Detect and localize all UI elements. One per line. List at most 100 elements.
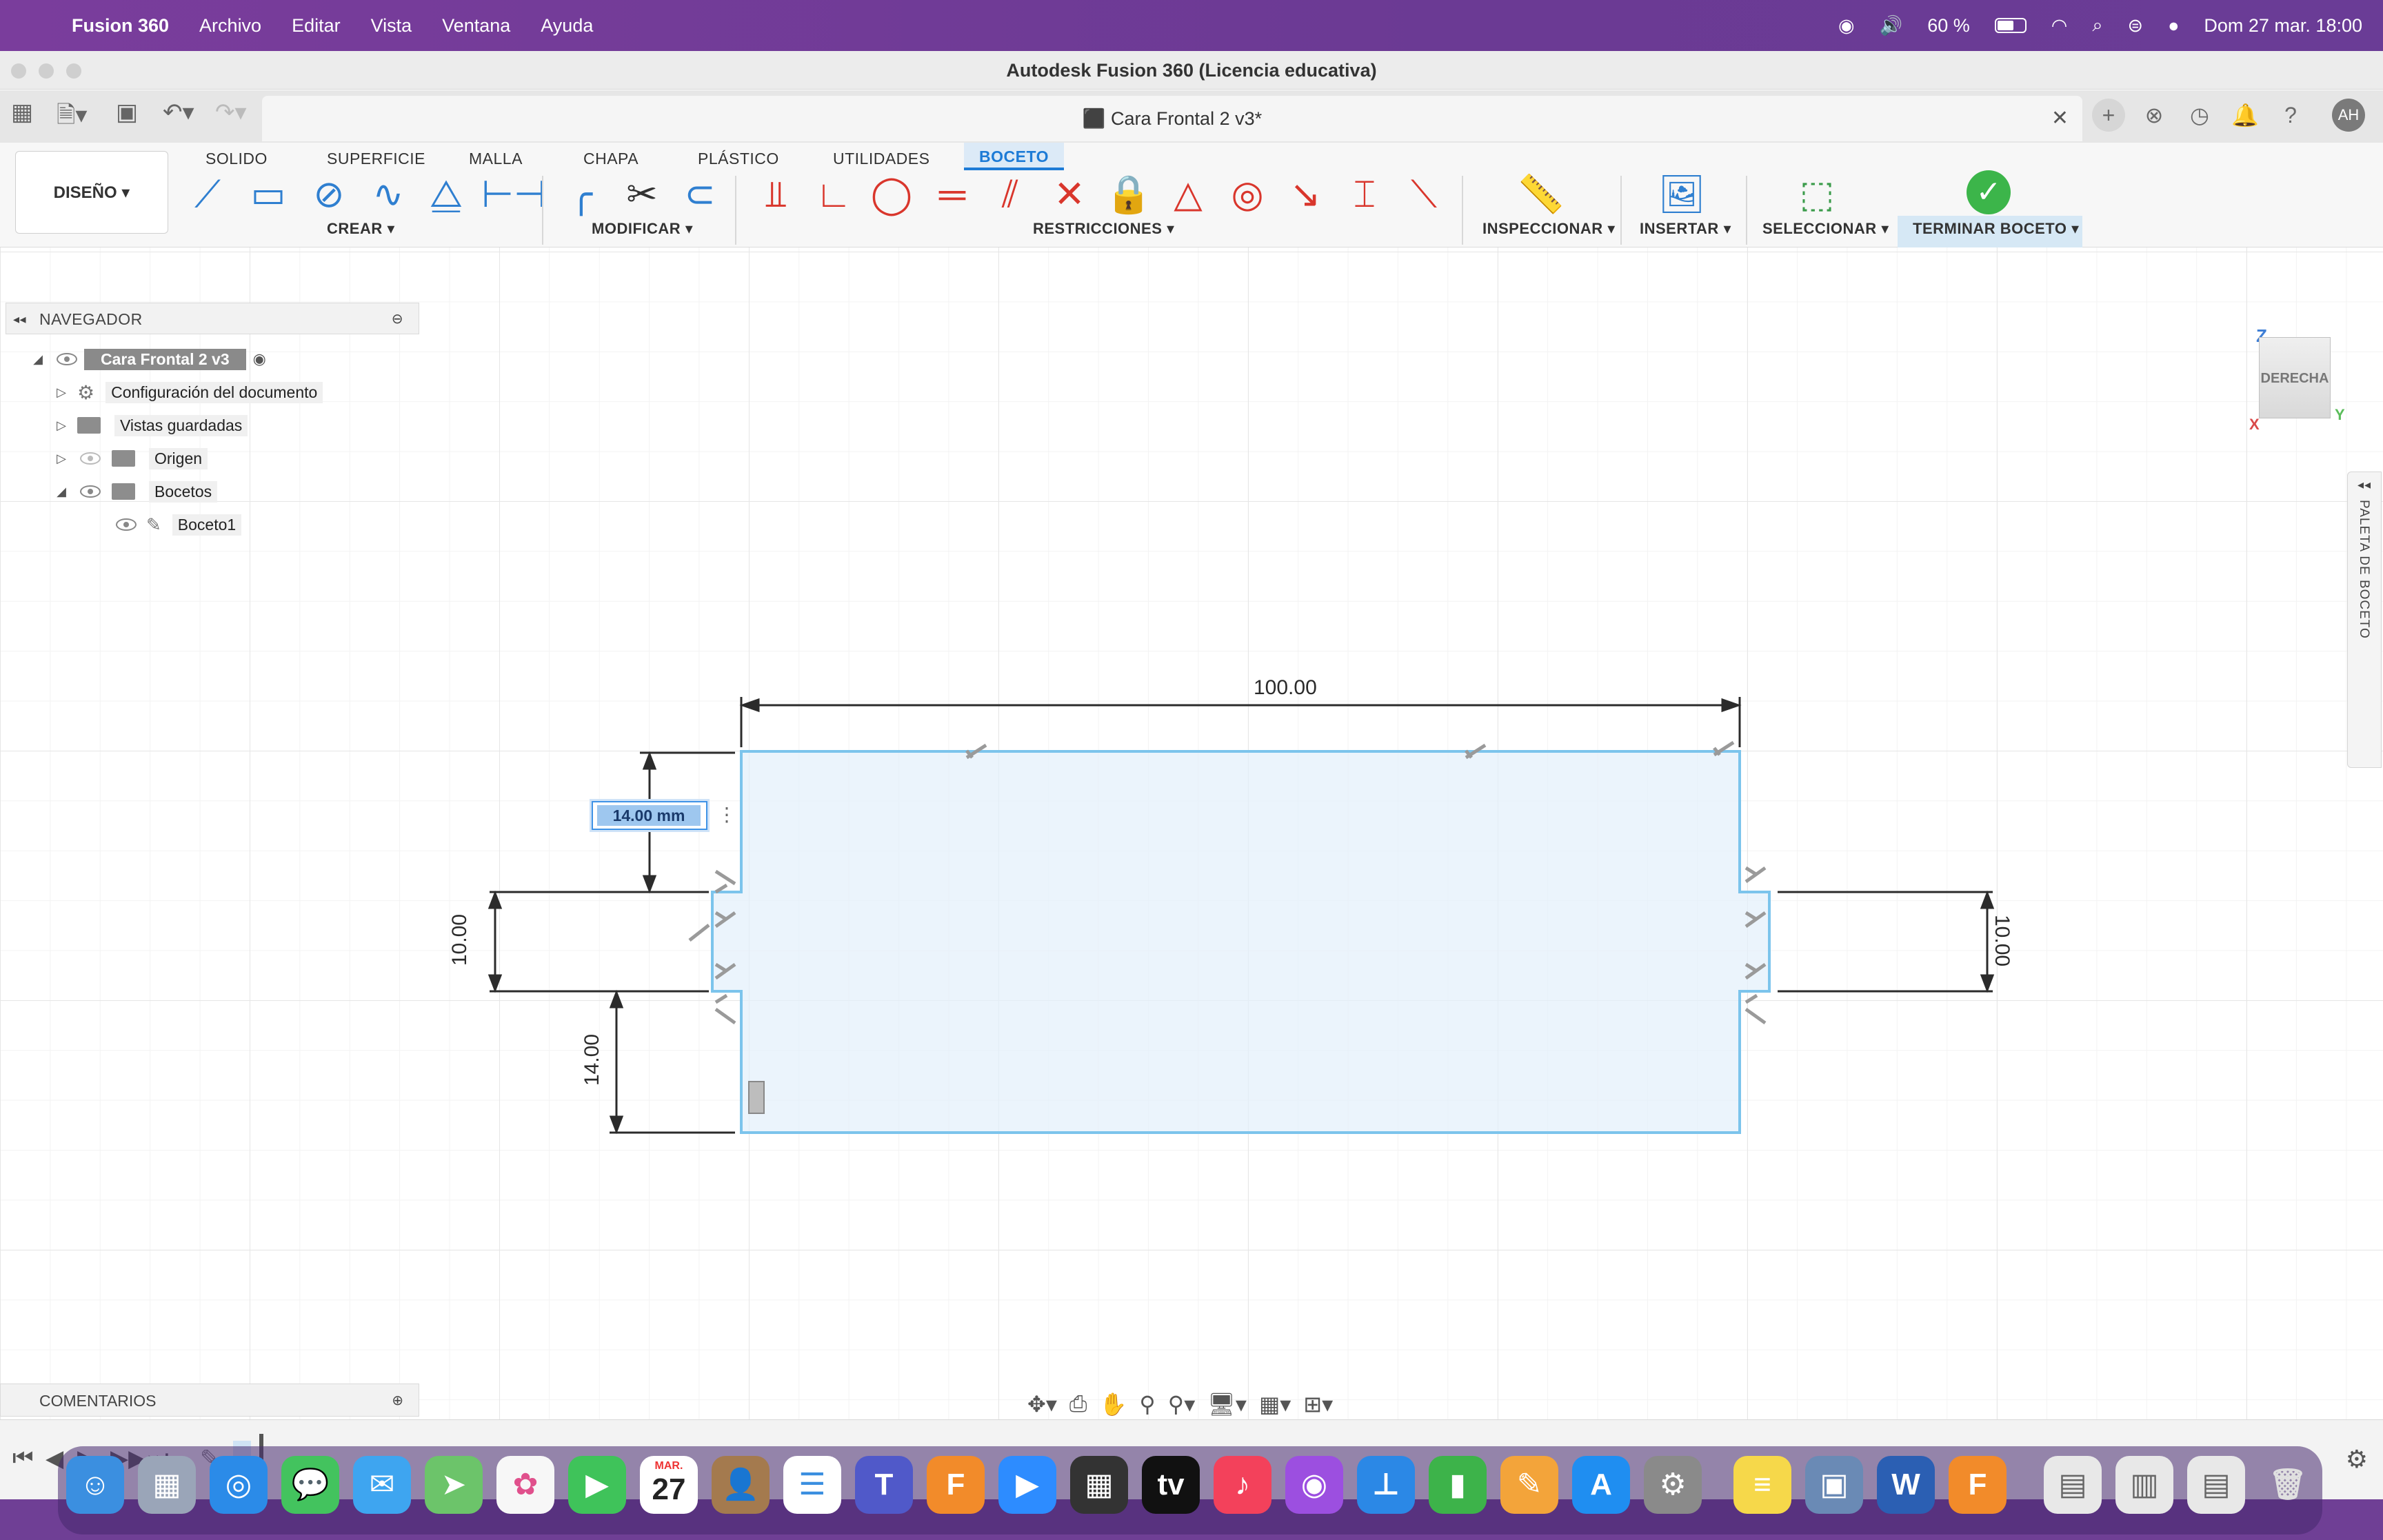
finish-sketch-button[interactable]: TERMINAR BOCETO ▾: [1913, 220, 2080, 238]
measure-tool-icon[interactable]: 📏: [1517, 170, 1565, 219]
extensions-icon[interactable]: ⊗: [2138, 99, 2171, 132]
mirror-tool-icon[interactable]: ⧋: [422, 170, 470, 219]
tangent-constraint-icon[interactable]: ◯: [867, 170, 916, 219]
close-tab-icon[interactable]: ✕: [2051, 96, 2069, 141]
new-tab-icon[interactable]: +: [2092, 99, 2125, 132]
collinear-constraint-icon[interactable]: ✕: [1045, 170, 1094, 219]
facetime-icon[interactable]: ▶: [568, 1456, 626, 1514]
apple-tv-icon[interactable]: tv: [1142, 1456, 1200, 1514]
fillet-tool-icon[interactable]: ╭: [557, 170, 605, 219]
music-icon[interactable]: ♪: [1214, 1456, 1271, 1514]
dimension-value-input[interactable]: [597, 805, 701, 826]
contacts-icon[interactable]: 👤: [712, 1456, 770, 1514]
launchpad-icon[interactable]: ▦: [138, 1456, 196, 1514]
dimension-bottom-offset[interactable]: 14.00: [581, 1034, 604, 1086]
dimension-width[interactable]: 100.00: [1254, 676, 1317, 700]
coincident-constraint-icon[interactable]: ⫫: [752, 170, 800, 219]
spline-tool-icon[interactable]: ∿: [364, 170, 412, 219]
equal-constraint-icon[interactable]: ═: [928, 170, 976, 219]
recent-spreadsheet-icon[interactable]: ▥: [2115, 1456, 2173, 1514]
wifi-icon[interactable]: ◠: [2051, 15, 2068, 37]
trim-tool-icon[interactable]: ✂: [618, 170, 666, 219]
fusion360-running-icon[interactable]: F: [1949, 1456, 2007, 1514]
grid-settings-icon[interactable]: ▦▾: [1259, 1391, 1291, 1417]
rectangle-tool-icon[interactable]: ▭: [244, 170, 292, 219]
teams-icon[interactable]: T: [855, 1456, 913, 1514]
group-inspeccionar[interactable]: INSPECCIONAR ▾: [1482, 220, 1616, 238]
help-icon[interactable]: ?: [2274, 99, 2307, 132]
menu-ventana[interactable]: Ventana: [442, 15, 510, 37]
menu-ayuda[interactable]: Ayuda: [541, 15, 593, 37]
parallel-constraint-icon[interactable]: ⫽: [986, 170, 1034, 219]
mail-icon[interactable]: ✉: [353, 1456, 411, 1514]
volume-icon[interactable]: 🔊: [1880, 14, 1903, 37]
finder-icon[interactable]: ☺: [66, 1456, 124, 1514]
curvature-constraint-icon[interactable]: ⟍: [1400, 170, 1448, 219]
trash-icon[interactable]: 🗑: [2259, 1456, 2317, 1514]
job-status-icon[interactable]: ◷: [2183, 99, 2216, 132]
dimension-tool-icon[interactable]: ⊢⊣: [481, 170, 546, 219]
tab-plastico[interactable]: PLÁSTICO: [698, 150, 779, 168]
group-seleccionar[interactable]: SELECCIONAR ▾: [1762, 220, 1889, 238]
menu-editar[interactable]: Editar: [292, 15, 341, 37]
orbit-icon[interactable]: ✥▾: [1027, 1391, 1057, 1417]
word-icon[interactable]: W: [1877, 1456, 1935, 1514]
look-at-icon[interactable]: ⎙: [1069, 1391, 1087, 1417]
dimension-left-height[interactable]: 10.00: [448, 914, 472, 966]
select-window-icon[interactable]: ⬚: [1793, 170, 1841, 219]
notifications-icon[interactable]: 🔔: [2229, 99, 2262, 132]
concentric-constraint-icon[interactable]: ◎: [1223, 170, 1271, 219]
file-menu-icon[interactable]: 🗎▾: [57, 99, 87, 138]
tab-solido[interactable]: SOLIDO: [205, 150, 268, 168]
display-settings-icon[interactable]: 🖥▾: [1207, 1391, 1247, 1417]
spotlight-icon[interactable]: ⌕: [2092, 14, 2102, 37]
calendar-icon[interactable]: MAR. 27: [640, 1456, 698, 1514]
menu-archivo[interactable]: Archivo: [199, 15, 261, 37]
siri-icon[interactable]: ●: [2168, 15, 2179, 37]
pan-icon[interactable]: ✋: [1099, 1391, 1127, 1417]
numbers-icon[interactable]: ▮: [1429, 1456, 1487, 1514]
messages-icon[interactable]: 💬: [281, 1456, 339, 1514]
user-avatar[interactable]: AH: [2332, 99, 2365, 132]
recent-document-icon[interactable]: ▤: [2044, 1456, 2102, 1514]
minimize-window-button[interactable]: [39, 63, 54, 79]
sketch-canvas[interactable]: ◂◂ NAVEGADOR ⊖ ◢ Cara Frontal 2 v3 ◉ ▷ ⚙…: [0, 247, 2383, 1419]
offset-tool-icon[interactable]: ⊂: [676, 170, 724, 219]
keynote-icon[interactable]: ⊥: [1357, 1456, 1415, 1514]
close-window-button[interactable]: [11, 63, 26, 79]
app-menu[interactable]: Fusion 360: [72, 15, 169, 37]
screen-record-icon[interactable]: ◉: [1838, 15, 1855, 37]
zoom-window-icon[interactable]: ⚲▾: [1168, 1391, 1196, 1417]
sketch-profile[interactable]: [711, 750, 1771, 1134]
zoom-icon[interactable]: ⚲: [1139, 1391, 1155, 1417]
tab-malla[interactable]: MALLA: [469, 150, 523, 168]
notes-icon[interactable]: ≡: [1733, 1456, 1791, 1514]
safari-icon[interactable]: ◎: [210, 1456, 268, 1514]
tab-boceto[interactable]: BOCETO: [964, 143, 1064, 170]
coincident-point-constraint-icon[interactable]: ↘: [1281, 170, 1329, 219]
dimension-options-icon[interactable]: ⋮: [717, 803, 736, 826]
zoom-window-button[interactable]: [66, 63, 81, 79]
viewports-icon[interactable]: ⊞▾: [1303, 1391, 1333, 1417]
dimension-right-height[interactable]: 10.00: [1990, 915, 2013, 966]
data-panel-grid-icon[interactable]: ▦: [11, 99, 33, 126]
timeline-start-icon[interactable]: ⏮: [12, 1445, 34, 1472]
recent-file-icon[interactable]: ▤: [2187, 1456, 2245, 1514]
line-tool-icon[interactable]: ⟋: [183, 170, 232, 219]
reminders-icon[interactable]: ☰: [783, 1456, 841, 1514]
group-modificar[interactable]: MODIFICAR ▾: [592, 220, 693, 238]
undo-icon[interactable]: ↶▾: [163, 99, 194, 126]
calculator-icon[interactable]: ▦: [1070, 1456, 1128, 1514]
dimension-input-box[interactable]: [592, 801, 707, 830]
circle-tool-icon[interactable]: ⊘: [305, 170, 353, 219]
midpoint-constraint-icon[interactable]: △: [1164, 170, 1212, 219]
insert-image-icon[interactable]: 🖼: [1658, 170, 1706, 219]
document-tab[interactable]: ⬛ Cara Frontal 2 v3* ✕: [262, 96, 2082, 141]
control-center-icon[interactable]: ⊜: [2127, 15, 2143, 37]
zoom-app-icon[interactable]: ▶: [998, 1456, 1056, 1514]
tab-chapa[interactable]: CHAPA: [583, 150, 639, 168]
clock[interactable]: Dom 27 mar. 18:00: [2204, 15, 2362, 37]
tab-superficie[interactable]: SUPERFICIE: [327, 150, 425, 168]
podcasts-icon[interactable]: ◉: [1285, 1456, 1343, 1514]
pages-icon[interactable]: ✎: [1500, 1456, 1558, 1514]
